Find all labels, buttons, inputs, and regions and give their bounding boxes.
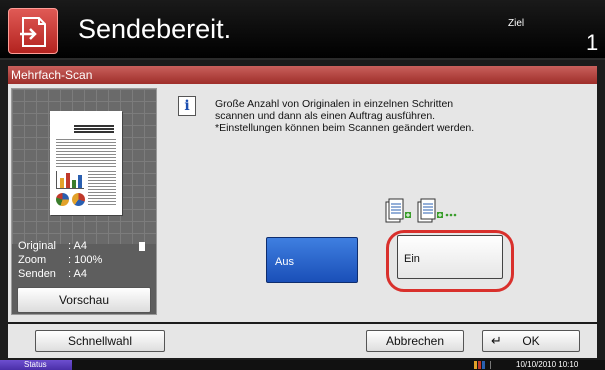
status-bar: Status 10/10/2010 10:10	[0, 360, 605, 370]
thumbnail-heading	[74, 125, 114, 134]
thumbnail-text	[56, 139, 116, 167]
main-panel: Original : A4 Zoom : 100% Senden : A4 Vo…	[8, 84, 597, 322]
header: Sendebereit. Ziel 1	[0, 0, 605, 60]
cancel-button[interactable]: Abbrechen	[366, 330, 464, 352]
original-label: Original	[18, 240, 56, 252]
zoom-label: Zoom	[18, 254, 47, 266]
zoom-value: : 100%	[68, 254, 103, 266]
quick-setup-button[interactable]: Schnellwahl	[35, 330, 165, 352]
thumbnail-bar-chart	[56, 171, 84, 189]
preview-panel: Original : A4 Zoom : 100% Senden : A4 Vo…	[11, 88, 157, 315]
ok-button[interactable]: ↵ OK	[482, 330, 580, 352]
indicator-icon	[478, 361, 481, 369]
option-on-button[interactable]: Ein	[397, 235, 503, 279]
thumbnail-pie-charts	[56, 193, 86, 207]
send-document-icon	[8, 8, 58, 54]
page-title: Sendebereit.	[78, 14, 232, 44]
document-thumbnail	[50, 111, 122, 215]
preview-button[interactable]: Vorschau	[17, 287, 151, 313]
status-button[interactable]: Status	[0, 360, 72, 370]
option-off-button[interactable]: Aus	[266, 237, 358, 283]
original-value: : A4	[68, 240, 87, 252]
page-indicator-icon	[139, 242, 145, 251]
destination-label: Ziel	[508, 18, 525, 29]
bottom-bar: Schnellwahl Abbrechen ↵ OK	[8, 324, 597, 358]
info-message: Große Anzahl von Originalen in einzelnen…	[215, 98, 475, 134]
preview-area	[12, 89, 156, 244]
destination-count: 1	[586, 30, 599, 55]
function-titlebar: Mehrfach-Scan	[8, 66, 597, 84]
info-icon: i	[178, 96, 196, 116]
thumbnail-text-side	[88, 171, 116, 207]
indicator-icon	[474, 361, 477, 369]
divider	[490, 361, 491, 369]
indicator-icon	[482, 361, 485, 369]
info-message-text: Große Anzahl von Originalen in einzelnen…	[215, 98, 475, 134]
ok-label: OK	[522, 334, 540, 348]
datetime: 10/10/2010 10:10	[516, 360, 579, 369]
enter-icon: ↵	[491, 333, 502, 348]
send-label: Senden	[18, 268, 56, 280]
function-title: Mehrfach-Scan	[11, 68, 93, 82]
send-value: : A4	[68, 268, 87, 280]
